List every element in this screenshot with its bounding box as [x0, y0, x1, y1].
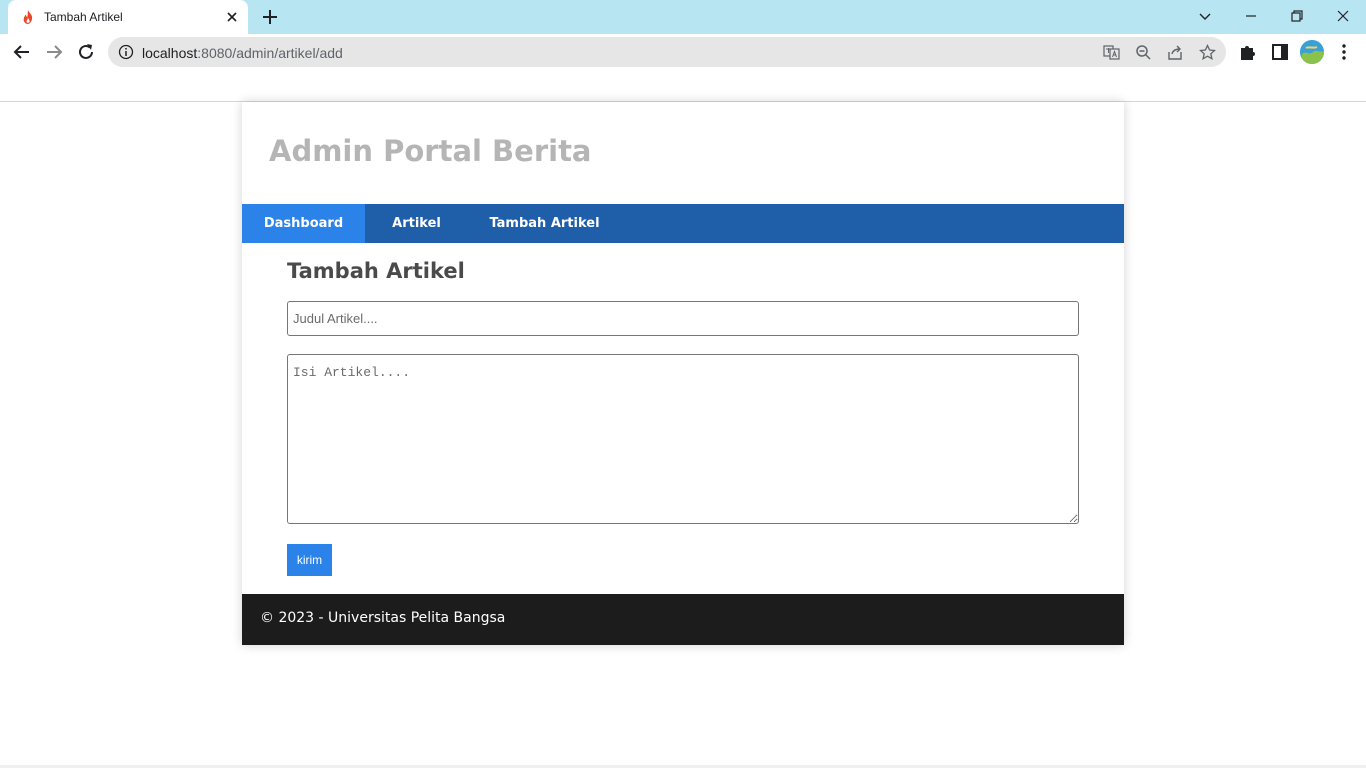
site-title: Admin Portal Berita — [269, 134, 592, 168]
restore-icon[interactable] — [1287, 6, 1307, 26]
browser-toolbar: localhost:8080/admin/artikel/add — [0, 34, 1366, 70]
puzzle-icon[interactable] — [1238, 42, 1258, 62]
side-panel-icon[interactable] — [1270, 42, 1290, 62]
star-icon[interactable] — [1199, 44, 1216, 61]
arrow-right-icon[interactable] — [44, 42, 64, 62]
close-icon[interactable] — [224, 9, 240, 25]
nav-item-artikel[interactable]: Artikel — [365, 204, 468, 243]
reload-icon[interactable] — [76, 42, 96, 62]
browser-titlebar: Tambah Artikel — [0, 0, 1366, 34]
url-host: localhost — [142, 45, 198, 61]
url-path: :8080/admin/artikel/add — [197, 45, 343, 61]
avatar-image — [1300, 40, 1324, 64]
share-icon[interactable] — [1167, 44, 1184, 61]
browser-tab[interactable]: Tambah Artikel — [8, 0, 248, 34]
chevron-down-icon[interactable] — [1195, 6, 1215, 26]
main-navbar: Dashboard Artikel Tambah Artikel — [242, 204, 1124, 243]
zoom-out-icon[interactable] — [1135, 44, 1152, 61]
page-footer: © 2023 - Universitas Pelita Bangsa — [242, 594, 1124, 645]
plus-icon[interactable] — [260, 7, 280, 27]
flame-icon — [23, 10, 33, 24]
page-heading: Tambah Artikel — [287, 259, 465, 283]
page-container: Admin Portal Berita Dashboard Artikel Ta… — [242, 102, 1124, 645]
address-bar[interactable]: localhost:8080/admin/artikel/add — [108, 37, 1226, 67]
submit-button[interactable]: kirim — [287, 544, 332, 576]
arrow-left-icon[interactable] — [12, 42, 32, 62]
footer-copyright: © 2023 - Universitas Pelita Bangsa — [260, 610, 506, 626]
kebab-menu-icon[interactable] — [1334, 42, 1354, 62]
url-text[interactable]: localhost:8080/admin/artikel/add — [142, 45, 343, 61]
toolbar-spacer — [0, 70, 1366, 102]
nav-item-tambah-artikel[interactable]: Tambah Artikel — [468, 204, 621, 243]
tab-title: Tambah Artikel — [44, 10, 123, 24]
article-body-textarea[interactable] — [287, 354, 1079, 524]
nav-item-dashboard[interactable]: Dashboard — [242, 204, 365, 243]
minimize-icon[interactable] — [1241, 6, 1261, 26]
info-icon[interactable] — [118, 44, 134, 60]
article-title-input[interactable] — [287, 301, 1079, 336]
window-close-icon[interactable] — [1333, 6, 1353, 26]
translate-icon[interactable] — [1103, 44, 1120, 61]
profile-avatar[interactable] — [1300, 40, 1324, 64]
